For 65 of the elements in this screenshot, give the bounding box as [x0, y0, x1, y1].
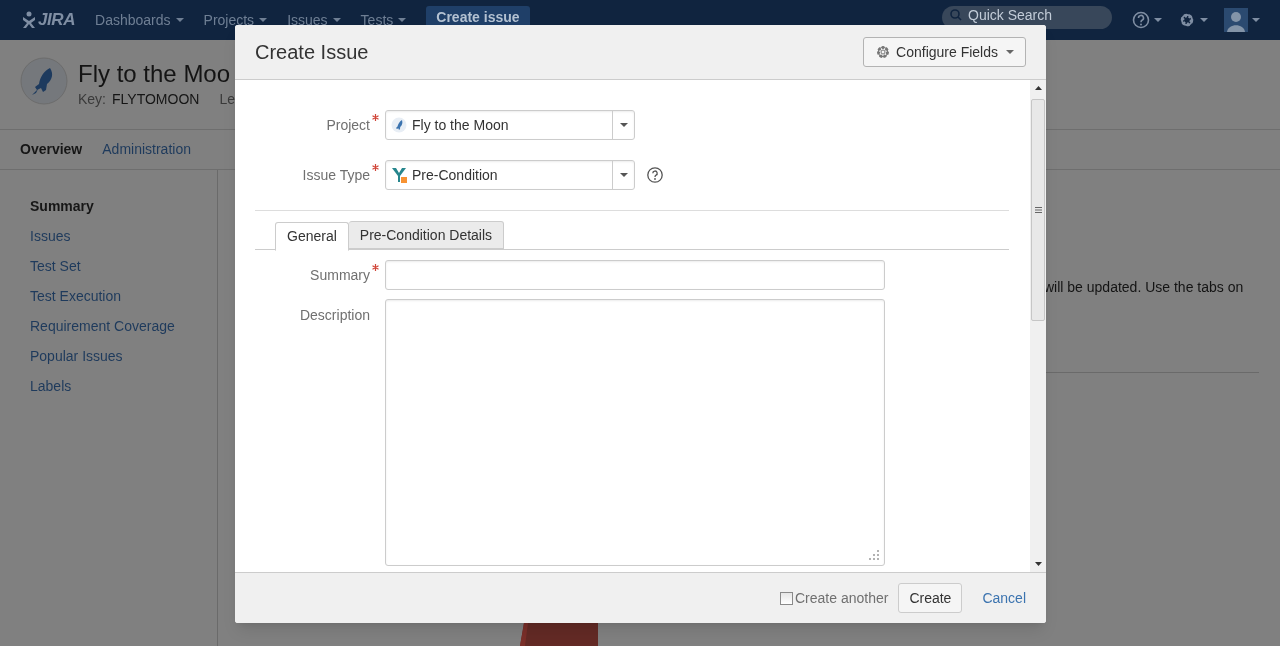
project-tab[interactable]: Administration: [102, 139, 191, 160]
cancel-link[interactable]: Cancel: [982, 587, 1026, 609]
logo-text: JIRA: [38, 9, 76, 32]
caret-icon: [1154, 18, 1162, 22]
sidebar-item[interactable]: Labels: [30, 376, 217, 394]
checkbox[interactable]: [779, 591, 793, 605]
select-field[interactable]: Fly to the Moon: [385, 110, 635, 140]
search-field[interactable]: Quick Search: [968, 6, 1112, 29]
sidebar-item[interactable]: Summary: [30, 196, 217, 214]
project-title: Fly to the Moo: [78, 59, 232, 89]
sidebar-item[interactable]: Issues: [30, 226, 217, 244]
caret-icon: [259, 18, 268, 22]
field-label: Description: [299, 307, 370, 323]
gear-icon: [875, 44, 892, 60]
resize-handle-icon: [869, 550, 879, 560]
rocket-avatar-icon: [20, 56, 68, 105]
scroll-down-icon: [1034, 562, 1042, 566]
lead-label: Le: [219, 90, 235, 109]
project-tab[interactable]: Overview: [20, 139, 83, 160]
caret-icon: [1252, 18, 1260, 22]
logo-icon: [22, 11, 36, 29]
caret-icon: [175, 18, 184, 22]
search-icon: [950, 9, 962, 21]
project-key: FLYTOMOON: [112, 89, 200, 110]
create-button[interactable]: Create: [898, 583, 963, 613]
scrollbar-thumb[interactable]: [1031, 99, 1045, 321]
caret-icon: [332, 18, 341, 22]
caret-icon: [619, 123, 628, 127]
settings-icon: [1178, 11, 1196, 29]
form-tab[interactable]: Pre-Condition Details: [348, 221, 505, 249]
create-issue-button[interactable]: Create issue: [426, 6, 530, 25]
sidebar-item[interactable]: Requirement Coverage: [30, 316, 217, 334]
select-field[interactable]: Pre-Condition: [385, 160, 635, 190]
sidebar-item[interactable]: Popular Issues: [30, 346, 217, 364]
textarea-field[interactable]: [385, 299, 885, 566]
field-label: Summary: [310, 266, 370, 283]
dialog-title: Create Issue: [255, 40, 369, 65]
caret-icon: [619, 173, 628, 177]
scroll-up-icon: [1034, 86, 1042, 90]
help-icon: [1132, 11, 1150, 29]
checkbox-label: Create another: [794, 588, 889, 608]
issue-type-icon: [391, 167, 407, 183]
scrollbar[interactable]: [1030, 80, 1046, 572]
nav-menu[interactable]: Issues: [287, 9, 341, 31]
caret-icon: [1200, 18, 1208, 22]
caret-icon: [1006, 50, 1014, 54]
sidebar-item[interactable]: Test Set: [30, 256, 217, 274]
field-label: Issue Type: [302, 166, 370, 183]
help-menu[interactable]: [1132, 11, 1162, 29]
settings-menu[interactable]: [1178, 11, 1208, 29]
sidebar-item[interactable]: Test Execution: [30, 286, 217, 304]
configure-fields-button[interactable]: Configure Fields: [863, 37, 1026, 67]
caret-icon: [398, 18, 407, 22]
nav-menu[interactable]: Dashboards: [95, 9, 184, 31]
text-field[interactable]: [385, 260, 885, 290]
user-menu[interactable]: [1224, 8, 1260, 32]
nav-menu[interactable]: Projects: [203, 9, 268, 31]
avatar-icon: [1224, 8, 1248, 32]
field-label: Project: [326, 116, 370, 133]
form-tab[interactable]: General: [275, 222, 349, 251]
rocket-icon: [391, 117, 407, 133]
grip-icon: [1034, 207, 1042, 213]
key-label: Key:: [78, 90, 106, 109]
help-icon[interactable]: [647, 167, 663, 183]
nav-menu[interactable]: Tests: [360, 9, 407, 31]
